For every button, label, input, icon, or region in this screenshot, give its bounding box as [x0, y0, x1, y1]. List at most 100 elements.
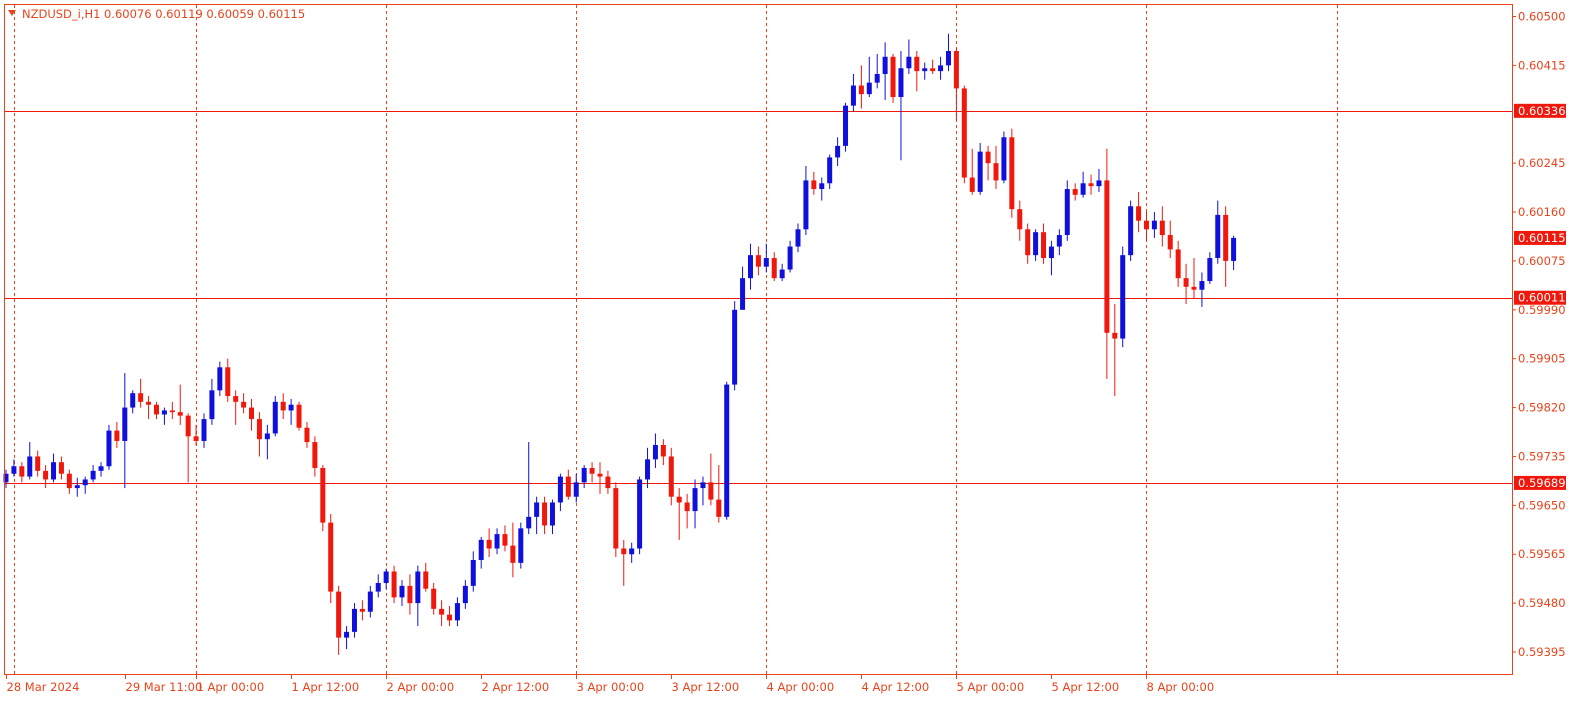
candle-body: [613, 488, 619, 549]
candle-155: [1231, 235, 1237, 271]
candle-body: [534, 502, 540, 517]
candle-51: [407, 574, 413, 615]
candle-40: [320, 465, 326, 532]
candle-99: [787, 240, 793, 273]
candle-57: [454, 597, 460, 627]
candle-body: [11, 466, 17, 474]
candle-118: [938, 56, 944, 80]
candle-body: [249, 407, 255, 420]
candle-94: [747, 243, 753, 290]
candle-87: [692, 479, 698, 529]
candle-body: [660, 444, 666, 457]
candle-body: [795, 229, 801, 247]
candle-body: [502, 534, 508, 546]
candle-body: [549, 502, 555, 526]
candle-body: [930, 68, 936, 72]
candle-132: [1048, 240, 1054, 276]
candle-body: [953, 51, 959, 89]
candle-28: [225, 358, 231, 402]
candle-32: [256, 412, 262, 457]
x-tick-label-0: 28 Mar 2024: [7, 680, 80, 694]
candle-145: [1151, 212, 1157, 238]
candle-10: [82, 476, 88, 494]
candle-body: [747, 255, 753, 279]
candle-body: [787, 246, 793, 270]
candle-76: [605, 470, 611, 494]
x-tick-label-7: 3 Apr 12:00: [672, 680, 740, 694]
x-tick-label-4: 2 Apr 00:00: [387, 680, 455, 694]
candle-body: [375, 582, 381, 592]
candle-60: [478, 536, 484, 569]
candle-129: [1025, 223, 1031, 264]
candle-body: [90, 470, 96, 480]
candle-body: [82, 479, 88, 486]
candle-body: [1159, 220, 1165, 236]
candle-body: [977, 151, 983, 192]
candle-47: [375, 574, 381, 598]
y-tick-label-0: 0.60500: [1518, 10, 1566, 24]
candle-body: [906, 56, 912, 69]
candle-body: [51, 462, 57, 480]
candle-body: [621, 548, 627, 555]
candle-35: [280, 393, 286, 420]
y-tick-label-7: 0.59820: [1518, 401, 1566, 415]
candle-body: [1048, 246, 1054, 259]
chart-header: NZDUSD_i,H1 0.60076 0.60119 0.60059 0.60…: [8, 7, 305, 21]
candle-body: [138, 393, 144, 402]
candle-body: [692, 488, 698, 512]
y-tick-label-2: 0.60245: [1518, 156, 1566, 170]
price-level-lines: [5, 111, 1512, 484]
candle-body: [581, 467, 587, 483]
candle-106: [843, 102, 849, 152]
candle-24: [193, 424, 199, 445]
candle-128: [1017, 200, 1023, 241]
price-level-tag-0-text: 0.60336: [1518, 104, 1566, 118]
candle-113: [898, 51, 904, 161]
candle-14: [114, 421, 120, 448]
candle-body: [890, 56, 896, 98]
candle-body: [1120, 255, 1126, 339]
candle-150: [1191, 258, 1197, 299]
y-tick-label-9: 0.59650: [1518, 498, 1566, 512]
candle-91: [724, 381, 730, 520]
y-tick-label-5: 0.59990: [1518, 303, 1566, 317]
candle-body: [1025, 229, 1031, 256]
candle-152: [1207, 252, 1213, 284]
price-level-tag-0: 0.60336: [1514, 103, 1566, 118]
candle-body: [652, 444, 658, 460]
candle-body: [415, 571, 421, 604]
candle-20: [161, 407, 167, 425]
candle-68: [542, 496, 548, 535]
candle-121: [961, 85, 967, 184]
candle-130: [1033, 229, 1039, 261]
candle-102: [811, 171, 817, 195]
candle-body: [114, 430, 120, 441]
candle-154: [1223, 206, 1229, 287]
x-tick-label-5: 2 Apr 12:00: [482, 680, 550, 694]
candle-body: [494, 534, 500, 549]
candle-38: [304, 421, 310, 448]
candle-body: [850, 85, 856, 106]
candle-body: [106, 430, 112, 467]
candle-89: [708, 453, 714, 506]
candle-144: [1143, 212, 1149, 241]
candle-108: [858, 65, 864, 109]
candle-103: [819, 177, 825, 201]
candle-84: [668, 447, 674, 506]
candle-body: [344, 631, 350, 638]
candle-85: [676, 488, 682, 540]
candle-body: [684, 502, 690, 512]
price-chart[interactable]: 0.60500 0.60415 0.60245 0.60160 0.60075 0.599…: [0, 0, 1586, 709]
candle-34: [272, 396, 278, 437]
candle-body: [1088, 183, 1094, 187]
x-tick-label-11: 5 Apr 12:00: [1052, 680, 1120, 694]
candle-body: [1151, 220, 1157, 230]
chart-frame: [4, 4, 1513, 675]
candle-body: [288, 404, 294, 411]
y-tick-label-8: 0.59735: [1518, 449, 1566, 463]
candle-body: [312, 442, 318, 468]
candle-body: [35, 456, 41, 471]
candle-151: [1199, 272, 1205, 307]
candle-body: [66, 473, 72, 489]
candle-112: [890, 53, 896, 103]
